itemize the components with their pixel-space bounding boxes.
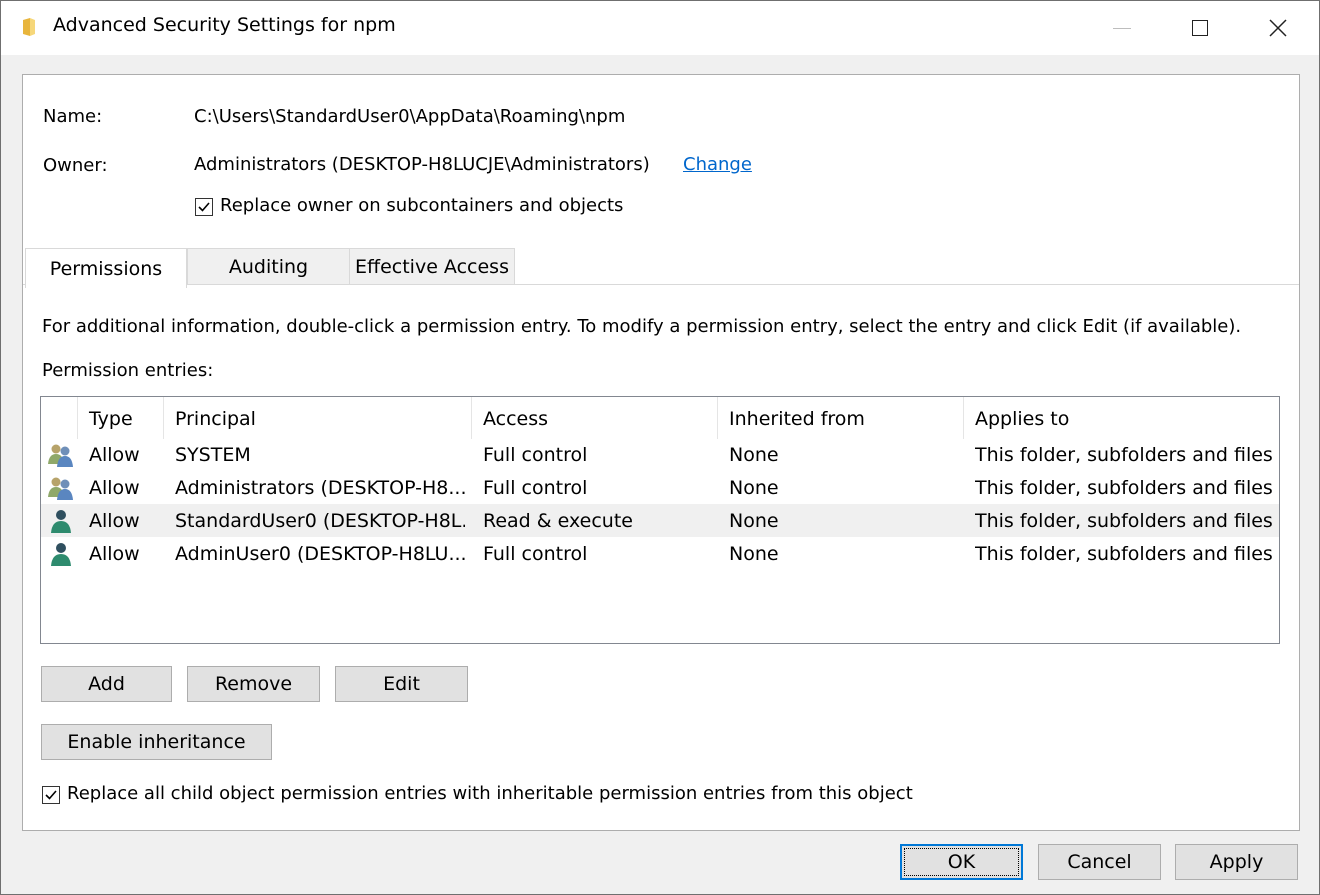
- row-inherited-from: None: [729, 444, 779, 466]
- row-type: Allow: [89, 510, 140, 532]
- change-owner-link[interactable]: Change: [683, 154, 752, 175]
- cancel-button[interactable]: Cancel: [1038, 844, 1161, 880]
- tab-effective-access[interactable]: Effective Access: [349, 248, 515, 284]
- row-inherited-from: None: [729, 510, 779, 532]
- column-header-access[interactable]: Access: [483, 408, 548, 430]
- checkmark-icon: [45, 790, 57, 800]
- column-separator: [963, 397, 964, 439]
- row-principal: Administrators (DESKTOP-H8...: [175, 477, 465, 499]
- user-icon: [51, 543, 71, 566]
- edit-button[interactable]: Edit: [335, 666, 468, 702]
- row-access: Full control: [483, 444, 588, 466]
- row-inherited-from: None: [729, 477, 779, 499]
- info-text: For additional information, double-click…: [42, 316, 1242, 337]
- row-applies-to: This folder, subfolders and files: [975, 444, 1273, 466]
- column-separator: [77, 397, 78, 439]
- row-principal: SYSTEM: [175, 444, 251, 466]
- permission-row[interactable]: Allow Administrators (DESKTOP-H8... Full…: [41, 471, 1279, 504]
- maximize-button[interactable]: [1161, 1, 1239, 55]
- tab-auditing[interactable]: Auditing: [187, 248, 350, 284]
- name-label: Name:: [43, 106, 103, 127]
- tab-divider: [23, 284, 1299, 285]
- row-access: Read & execute: [483, 510, 633, 532]
- tab-permissions[interactable]: Permissions: [25, 248, 187, 288]
- replace-child-permissions-checkbox[interactable]: [42, 786, 60, 804]
- row-access: Full control: [483, 543, 588, 565]
- row-inherited-from: None: [729, 543, 779, 565]
- permission-row[interactable]: Allow AdminUser0 (DESKTOP-H8LU... Full c…: [41, 537, 1279, 570]
- column-header-type[interactable]: Type: [89, 408, 133, 430]
- column-header-applies-to[interactable]: Applies to: [975, 408, 1069, 430]
- owner-label: Owner:: [43, 155, 108, 176]
- row-applies-to: This folder, subfolders and files: [975, 510, 1273, 532]
- name-value: C:\Users\StandardUser0\AppData\Roaming\n…: [194, 106, 626, 127]
- add-button[interactable]: Add: [41, 666, 172, 702]
- apply-button[interactable]: Apply: [1175, 844, 1298, 880]
- replace-child-permissions-label: Replace all child object permission entr…: [67, 783, 913, 804]
- row-principal: StandardUser0 (DESKTOP-H8L...: [175, 510, 465, 532]
- row-applies-to: This folder, subfolders and files: [975, 543, 1273, 565]
- close-icon: [1269, 19, 1287, 37]
- window-title: Advanced Security Settings for npm: [53, 14, 396, 36]
- remove-button[interactable]: Remove: [187, 666, 320, 702]
- column-header-principal[interactable]: Principal: [175, 408, 256, 430]
- row-type: Allow: [89, 477, 140, 499]
- row-principal: AdminUser0 (DESKTOP-H8LU...: [175, 543, 465, 565]
- column-separator: [163, 397, 164, 439]
- replace-owner-checkbox[interactable]: [195, 198, 213, 216]
- permission-row-selected[interactable]: Allow StandardUser0 (DESKTOP-H8L... Read…: [41, 504, 1279, 537]
- folder-icon: [23, 18, 35, 36]
- row-type: Allow: [89, 543, 140, 565]
- column-separator: [717, 397, 718, 439]
- permission-row[interactable]: Allow SYSTEM Full control None This fold…: [41, 438, 1279, 471]
- checkmark-icon: [198, 202, 210, 212]
- group-users-icon: [48, 477, 73, 500]
- permission-entries-label: Permission entries:: [42, 360, 214, 381]
- title-bar[interactable]: Advanced Security Settings for npm: [1, 1, 1319, 55]
- row-type: Allow: [89, 444, 140, 466]
- main-panel: Name: C:\Users\StandardUser0\AppData\Roa…: [22, 74, 1300, 831]
- maximize-icon: [1192, 20, 1208, 36]
- advanced-security-settings-window: Advanced Security Settings for npm Name:…: [0, 0, 1320, 895]
- column-separator: [471, 397, 472, 439]
- column-header-inherited-from[interactable]: Inherited from: [729, 408, 865, 430]
- owner-value: Administrators (DESKTOP-H8LUCJE\Administ…: [194, 154, 650, 175]
- group-users-icon: [48, 444, 73, 467]
- permission-entries-list[interactable]: Type Principal Access Inherited from App…: [40, 396, 1280, 644]
- user-icon: [51, 510, 71, 533]
- ok-button[interactable]: OK: [900, 844, 1023, 880]
- row-access: Full control: [483, 477, 588, 499]
- enable-inheritance-button[interactable]: Enable inheritance: [41, 724, 272, 760]
- replace-owner-label: Replace owner on subcontainers and objec…: [220, 195, 624, 216]
- minimize-button[interactable]: [1083, 1, 1161, 55]
- row-applies-to: This folder, subfolders and files: [975, 477, 1273, 499]
- minimize-icon: [1113, 27, 1131, 29]
- close-button[interactable]: [1239, 1, 1317, 55]
